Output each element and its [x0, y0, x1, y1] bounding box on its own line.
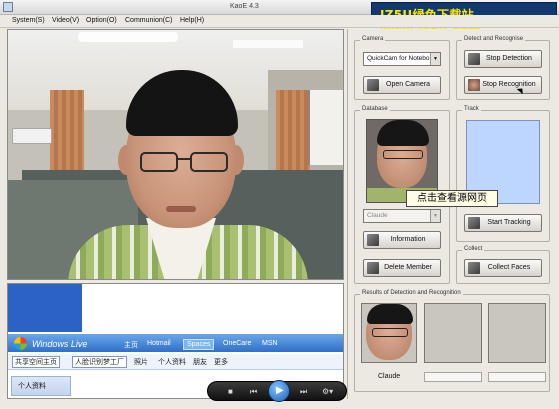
glasses-lens: [190, 152, 228, 172]
stop-recognition-label: Stop Recognition: [482, 81, 536, 88]
view-source-tooltip[interactable]: 点击查看源网页: [406, 190, 498, 207]
tab-home[interactable]: 主页: [124, 340, 138, 350]
app-window: KaoE 4.3 JZ5U绿色下载站 www.jz5u.com System(S…: [0, 0, 559, 409]
result-slot-2: [424, 303, 482, 363]
nav-face-workshop[interactable]: 人脸识别梦工厂: [72, 356, 127, 368]
camera-device-select[interactable]: QuickCam for Notebo ▼: [363, 52, 441, 66]
database-group-label: Database: [360, 106, 390, 112]
start-tracking-button[interactable]: Start Tracking: [464, 214, 542, 232]
chevron-down-icon: ▼: [430, 53, 440, 65]
nav-friends[interactable]: 朋友: [193, 357, 207, 367]
menu-help[interactable]: Help(H): [180, 17, 204, 24]
track-group-label: Track: [462, 106, 481, 112]
menu-video[interactable]: Video(V): [52, 17, 79, 24]
result-name: Claude: [378, 373, 401, 380]
curtain: [50, 90, 84, 170]
windows-live-logo-icon: [14, 337, 27, 350]
next-icon[interactable]: ⏭: [300, 387, 307, 397]
open-camera-button[interactable]: Open Camera: [363, 76, 441, 94]
app-icon: [3, 2, 13, 12]
detect-group-label: Detect and Recognise: [462, 36, 526, 42]
air-conditioner: [12, 128, 52, 144]
tab-onecare[interactable]: OneCare: [223, 340, 251, 347]
ceiling-light: [233, 40, 303, 48]
result-slot-3: [488, 303, 546, 363]
play-button[interactable]: ▶: [268, 380, 290, 402]
delete-member-label: Delete Member: [384, 264, 432, 271]
menu-system[interactable]: System(S): [12, 17, 45, 24]
ceiling-light: [78, 32, 178, 42]
collect-faces-button[interactable]: Collect Faces: [464, 259, 542, 277]
face-icon: [468, 79, 480, 91]
collect-faces-label: Collect Faces: [487, 264, 531, 271]
profile-sidebar-label: 个人资料: [18, 383, 46, 390]
tab-spaces[interactable]: Spaces: [183, 339, 215, 350]
result-name-field-2: [424, 372, 482, 382]
banner-image: [8, 284, 82, 332]
nav-profile[interactable]: 个人资料: [158, 357, 186, 367]
previous-icon[interactable]: ⏮: [250, 387, 257, 397]
result-name-field-3: [488, 372, 546, 382]
information-icon: [367, 234, 379, 246]
camera-video-feed: [7, 29, 344, 280]
nav-shared-home[interactable]: 共享空间主页: [12, 356, 60, 368]
member-select[interactable]: Claude ▼: [363, 209, 441, 223]
thumb-glasses: [372, 328, 408, 337]
stop-recognition-button[interactable]: Stop Recognition: [464, 76, 542, 94]
person-mouth: [166, 206, 196, 212]
tracking-icon: [468, 217, 480, 229]
collect-group-label: Collect: [462, 246, 485, 252]
menu-option[interactable]: Option(O): [86, 17, 117, 24]
nav-more[interactable]: 更多: [214, 357, 228, 367]
person-glasses: [140, 152, 228, 174]
profile-sidebar-heading[interactable]: 个人资料: [11, 376, 71, 396]
delete-member-button[interactable]: Delete Member: [363, 259, 441, 277]
camera-icon: [367, 79, 379, 91]
room-window: [308, 90, 343, 165]
result-face-thumbnail: [361, 303, 417, 363]
menu-bar: System(S) Video(V) Option(O) Communion(C…: [0, 15, 559, 28]
windows-live-brand: Windows Live: [32, 339, 88, 349]
media-player-controls: ■ ⏮ ▶ ⏭ ⚙▾: [207, 380, 347, 402]
delete-icon: [367, 262, 379, 274]
tab-hotmail[interactable]: Hotmail: [147, 340, 171, 347]
thumb-glasses: [383, 150, 423, 159]
camera-group-label: Camera: [360, 36, 386, 42]
control-panel: Camera QuickCam for Notebo ▼ Open Camera…: [348, 29, 554, 399]
stop-detection-label: Stop Detection: [486, 55, 532, 62]
curtain: [276, 90, 310, 170]
results-group-label: Results of Detection and Recognition: [360, 290, 463, 296]
menu-communion[interactable]: Communion(C): [125, 17, 172, 24]
chevron-down-icon: ▼: [430, 210, 440, 222]
thumb-hair: [367, 304, 413, 324]
stop-detection-button[interactable]: Stop Detection: [464, 50, 542, 68]
window-title: KaoE 4.3: [230, 3, 259, 10]
settings-icon[interactable]: ⚙▾: [322, 387, 333, 396]
stop-icon[interactable]: ■: [228, 387, 233, 396]
tab-msn[interactable]: MSN: [262, 340, 278, 347]
information-button[interactable]: Information: [363, 231, 441, 249]
open-camera-label: Open Camera: [386, 81, 430, 88]
information-label: Information: [390, 236, 426, 243]
camera-device-value: QuickCam for Notebo: [367, 55, 430, 62]
play-icon: ▶: [276, 385, 284, 396]
spaces-nav: 共享空间主页 人脸识别梦工厂 照片 个人资料 朋友 更多: [8, 354, 343, 370]
start-tracking-label: Start Tracking: [487, 219, 531, 226]
collect-icon: [468, 262, 480, 274]
thumb-hair: [377, 120, 429, 146]
nav-photos[interactable]: 照片: [134, 357, 148, 367]
member-select-value: Claude: [367, 212, 388, 219]
detection-icon: [468, 53, 480, 65]
glasses-lens: [140, 152, 178, 172]
